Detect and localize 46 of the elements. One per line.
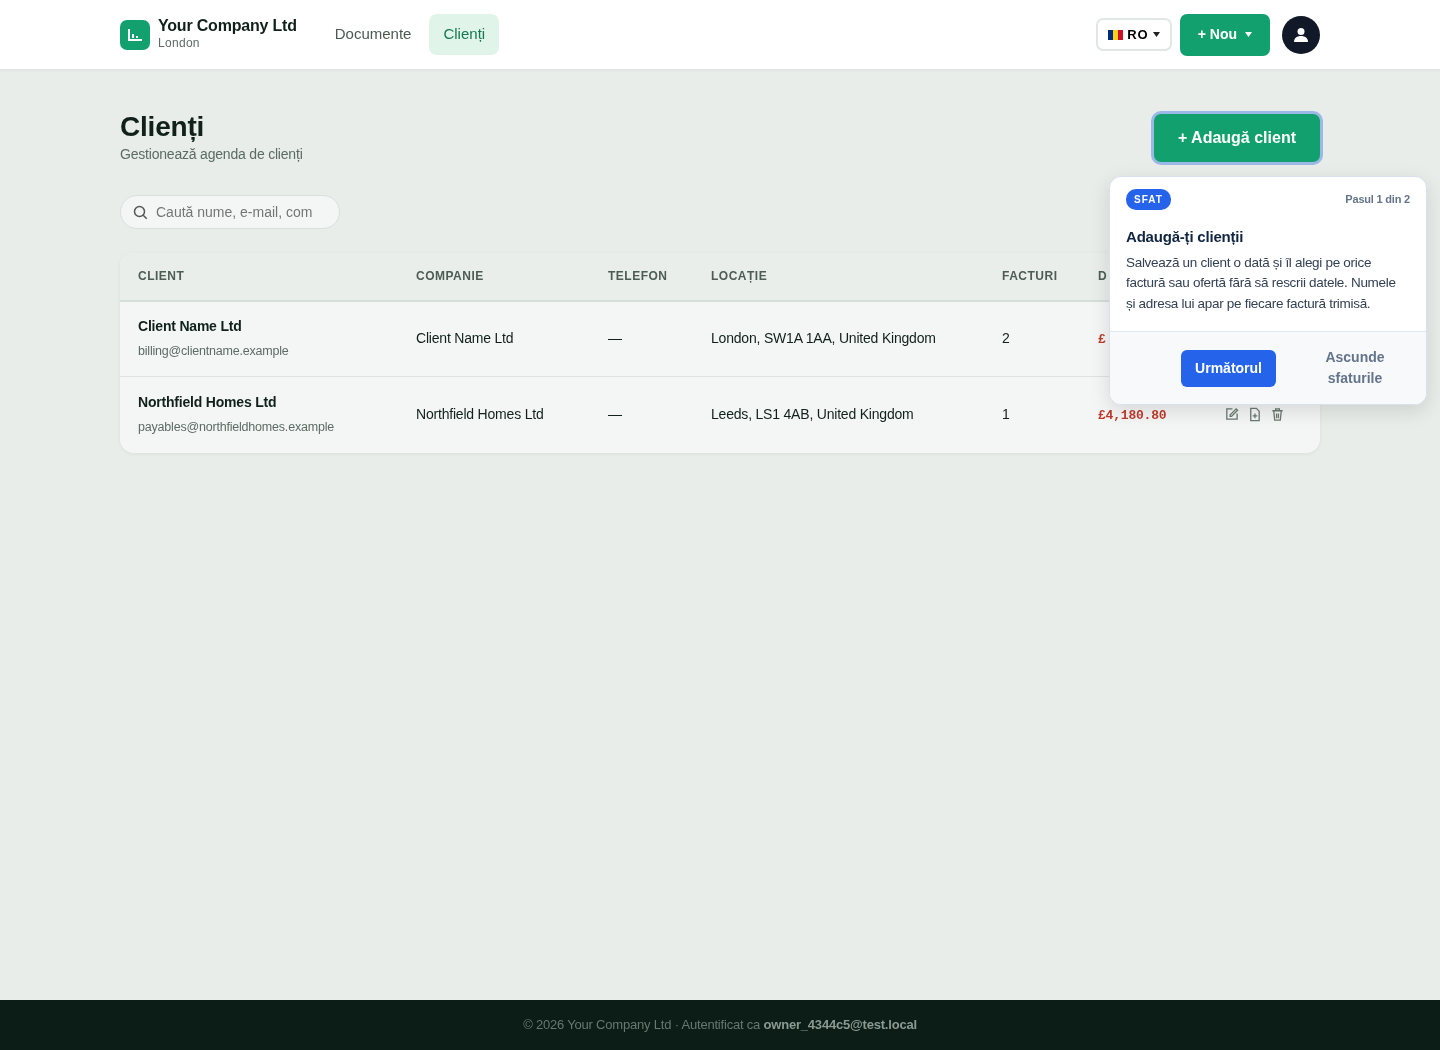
column-header: FACTURI [1002, 269, 1058, 284]
language-button[interactable]: RO [1096, 17, 1172, 52]
add-document-icon[interactable] [1247, 407, 1262, 423]
caret-icon [1245, 32, 1252, 37]
column-header: D [1098, 269, 1108, 284]
page-title: Clienți [120, 110, 206, 144]
column-header: COMPANIE [416, 269, 484, 284]
company-name: Client Name Ltd [416, 330, 514, 347]
logo-icon [120, 19, 150, 50]
company-city: London [158, 35, 201, 53]
phone-number: — [608, 330, 622, 347]
nav-tab[interactable]: Clienți [429, 14, 500, 55]
user-avatar[interactable] [1282, 15, 1320, 54]
tip-text: Salvează un client o dată și îl alegi pe orice factură sau ofertă fără să rescrii datele. Numele și adresa lui apar pe fiecare factură trimisă. [1126, 253, 1397, 314]
flag-icon [1108, 29, 1124, 40]
client-email: billing@clientname.example [138, 343, 290, 361]
client-location: Leeds, LS1 4AB, United Kingdom [711, 406, 914, 423]
trash-icon[interactable] [1270, 407, 1285, 423]
phone-number: — [608, 406, 622, 423]
column-header: TELEFON [608, 269, 668, 284]
new-button[interactable]: + Nou [1179, 13, 1270, 56]
page-subtitle: Gestionează agenda de clienți [120, 144, 303, 164]
amount-due: £4,180.80 [1098, 408, 1167, 424]
step-counter: Pasul 1 din 2 [1345, 192, 1410, 208]
tip-title: Adaugă-ți clienții [1126, 227, 1245, 247]
nav-tab[interactable]: Documente [320, 14, 426, 55]
client-name: Northfield Homes Ltd [138, 393, 278, 413]
column-header: LOCAȚIE [711, 269, 768, 284]
column-header: CLIENT [138, 269, 185, 284]
add-client-button[interactable]: + Adaugă client [1153, 114, 1320, 162]
hide-tips-button[interactable]: Ascunde sfaturile [1300, 346, 1410, 391]
caret-icon [1152, 32, 1160, 37]
invoice-count: 2 [1002, 330, 1010, 347]
next-button[interactable]: Următorul [1181, 349, 1276, 387]
tip-badge: SFAT [1126, 189, 1171, 210]
search-field[interactable]: Caută nume, e-mail, com [120, 194, 340, 229]
company-name: Your Company Ltd [158, 16, 297, 35]
edit-icon[interactable] [1224, 407, 1239, 423]
client-name: Client Name Ltd [138, 317, 243, 337]
client-location: London, SW1A 1AA, United Kingdom [711, 330, 936, 347]
client-email: payables@northfieldhomes.example [138, 419, 335, 437]
amount-due: £ [1098, 332, 1106, 348]
footer-text: © 2026 Your Company Ltd · Autentificat ca owner_4344c5@test.local [523, 1016, 917, 1035]
company-name: Northfield Homes Ltd [416, 406, 544, 423]
search-icon [133, 204, 148, 220]
invoice-count: 1 [1002, 406, 1010, 423]
